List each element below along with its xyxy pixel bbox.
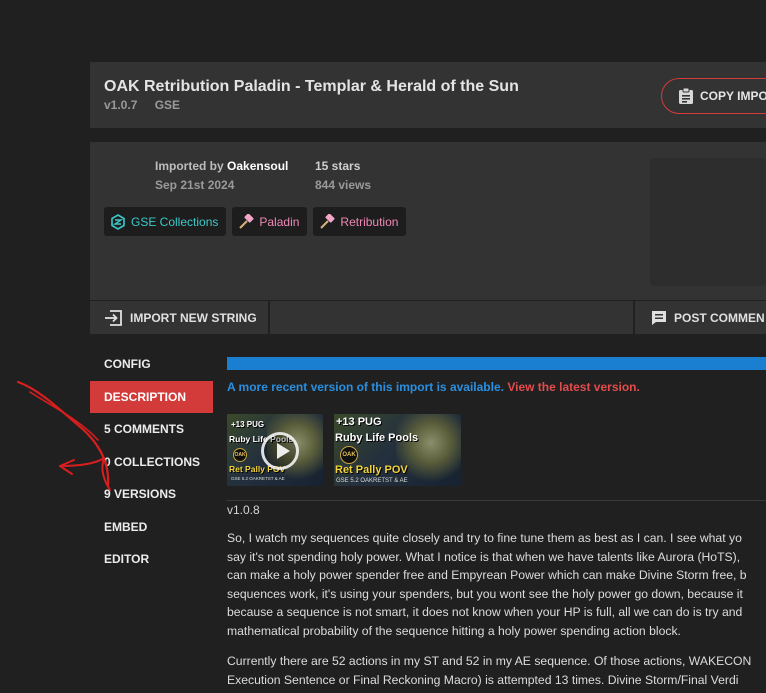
oak-logo: OAK [233, 448, 247, 462]
video-thumbnail[interactable]: +13 PUG Ruby Life Pools OAK Ret Pally PO… [334, 414, 461, 486]
nav-embed[interactable]: EMBED [90, 511, 213, 544]
tag-gse-collections[interactable]: GSE Collections [104, 207, 227, 236]
side-nav: CONFIG DESCRIPTION 5 COMMENTS 0 COLLECTI… [90, 348, 213, 576]
action-bar: IMPORT NEW STRING POST COMMEN [90, 301, 766, 334]
description-paragraph-2: Currently there are 52 actions in my ST … [227, 652, 766, 689]
stars-count: 15 stars [315, 159, 361, 173]
imported-by-label: Imported by [155, 159, 228, 173]
description-paragraph-1: So, I watch my sequences quite closely a… [227, 529, 766, 641]
action-divider [633, 301, 635, 334]
newer-version-notice: A more recent version of this import is … [227, 380, 640, 394]
tag-label: Paladin [259, 214, 300, 229]
version-label: v1.0.7 [104, 98, 138, 112]
oak-logo: OAK [340, 446, 358, 464]
import-date: Sep 21st 2024 [155, 178, 235, 192]
addon-label: GSE [154, 98, 181, 112]
top-progress-bar [227, 357, 766, 370]
comment-icon [652, 310, 666, 325]
tag-label: Retribution [340, 214, 399, 229]
post-comment-button[interactable]: POST COMMEN [650, 301, 765, 334]
screenshot-placeholder [650, 158, 766, 286]
paragraph-line: can make a holy power spender free and E… [227, 568, 747, 583]
notice-text: A more recent version of this import is … [227, 380, 504, 394]
paragraph-line: because a sequence is not smart, it does… [227, 605, 743, 620]
copy-import-label: COPY IMPO [700, 89, 766, 103]
tag-retribution[interactable]: Retribution [313, 207, 407, 236]
nav-collections[interactable]: 0 COLLECTIONS [90, 446, 213, 479]
video-line1: +13 PUG [336, 416, 382, 428]
clipboard-icon [679, 87, 693, 104]
paragraph-line: say it's not spending holy power. What I… [227, 549, 741, 564]
content-divider [227, 500, 766, 501]
action-divider [268, 301, 270, 334]
imported-by: Imported by Oakensoul [155, 159, 288, 173]
import-new-string-button[interactable]: IMPORT NEW STRING [104, 301, 257, 334]
video-line4: GSE 5.2 OAKRETST & AE [336, 478, 408, 484]
tag-label: GSE Collections [131, 214, 219, 229]
copy-import-button[interactable]: COPY IMPO [661, 78, 766, 114]
post-comment-label: POST COMMEN [674, 310, 765, 325]
play-icon[interactable] [261, 432, 299, 470]
video-thumbnail[interactable]: +13 PUG Ruby Life Pools OAK Ret Pally PO… [227, 414, 323, 486]
paragraph-line: Currently there are 52 actions in my ST … [227, 654, 752, 668]
nav-description[interactable]: DESCRIPTION [90, 380, 213, 413]
video-line1: +13 PUG [231, 420, 265, 429]
nav-comments[interactable]: 5 COMMENTS [90, 413, 213, 446]
nav-editor[interactable]: EDITOR [90, 543, 213, 576]
gse-icon [111, 213, 125, 230]
version-line: v1.0.7 GSE [104, 98, 194, 112]
nav-versions[interactable]: 9 VERSIONS [90, 478, 213, 511]
video-line2: Ruby Life Pools [335, 432, 419, 444]
hammer-icon [239, 213, 254, 229]
video-line4: GSE 5.2 OAKRETST & AE [231, 476, 285, 481]
description-version: v1.0.8 [227, 503, 260, 517]
tag-list: GSE Collections Paladin Retribution [104, 207, 407, 236]
paragraph-line: sequences work, it's using your spenders… [227, 586, 743, 601]
view-latest-link[interactable]: View the latest version. [507, 380, 640, 394]
video-line3: Ret Pally POV [335, 464, 408, 476]
views-count: 844 views [315, 178, 372, 192]
import-icon [105, 309, 122, 326]
paragraph-line: mathematical probability of the sequence… [227, 623, 681, 638]
paragraph-line: So, I watch my sequences quite closely a… [227, 531, 742, 545]
paragraph-line: Execution Sentence or Final Reckoning Ma… [227, 672, 739, 687]
import-info-card: Imported by Oakensoul Sep 21st 2024 15 s… [90, 142, 766, 300]
hammer-icon [320, 213, 335, 229]
tag-paladin[interactable]: Paladin [232, 207, 308, 236]
page-title: OAK Retribution Paladin - Templar & Hera… [104, 78, 519, 95]
author-link[interactable]: Oakensoul [227, 159, 288, 173]
import-header: OAK Retribution Paladin - Templar & Hera… [90, 62, 766, 128]
import-new-string-label: IMPORT NEW STRING [130, 310, 257, 325]
nav-config[interactable]: CONFIG [90, 348, 213, 381]
